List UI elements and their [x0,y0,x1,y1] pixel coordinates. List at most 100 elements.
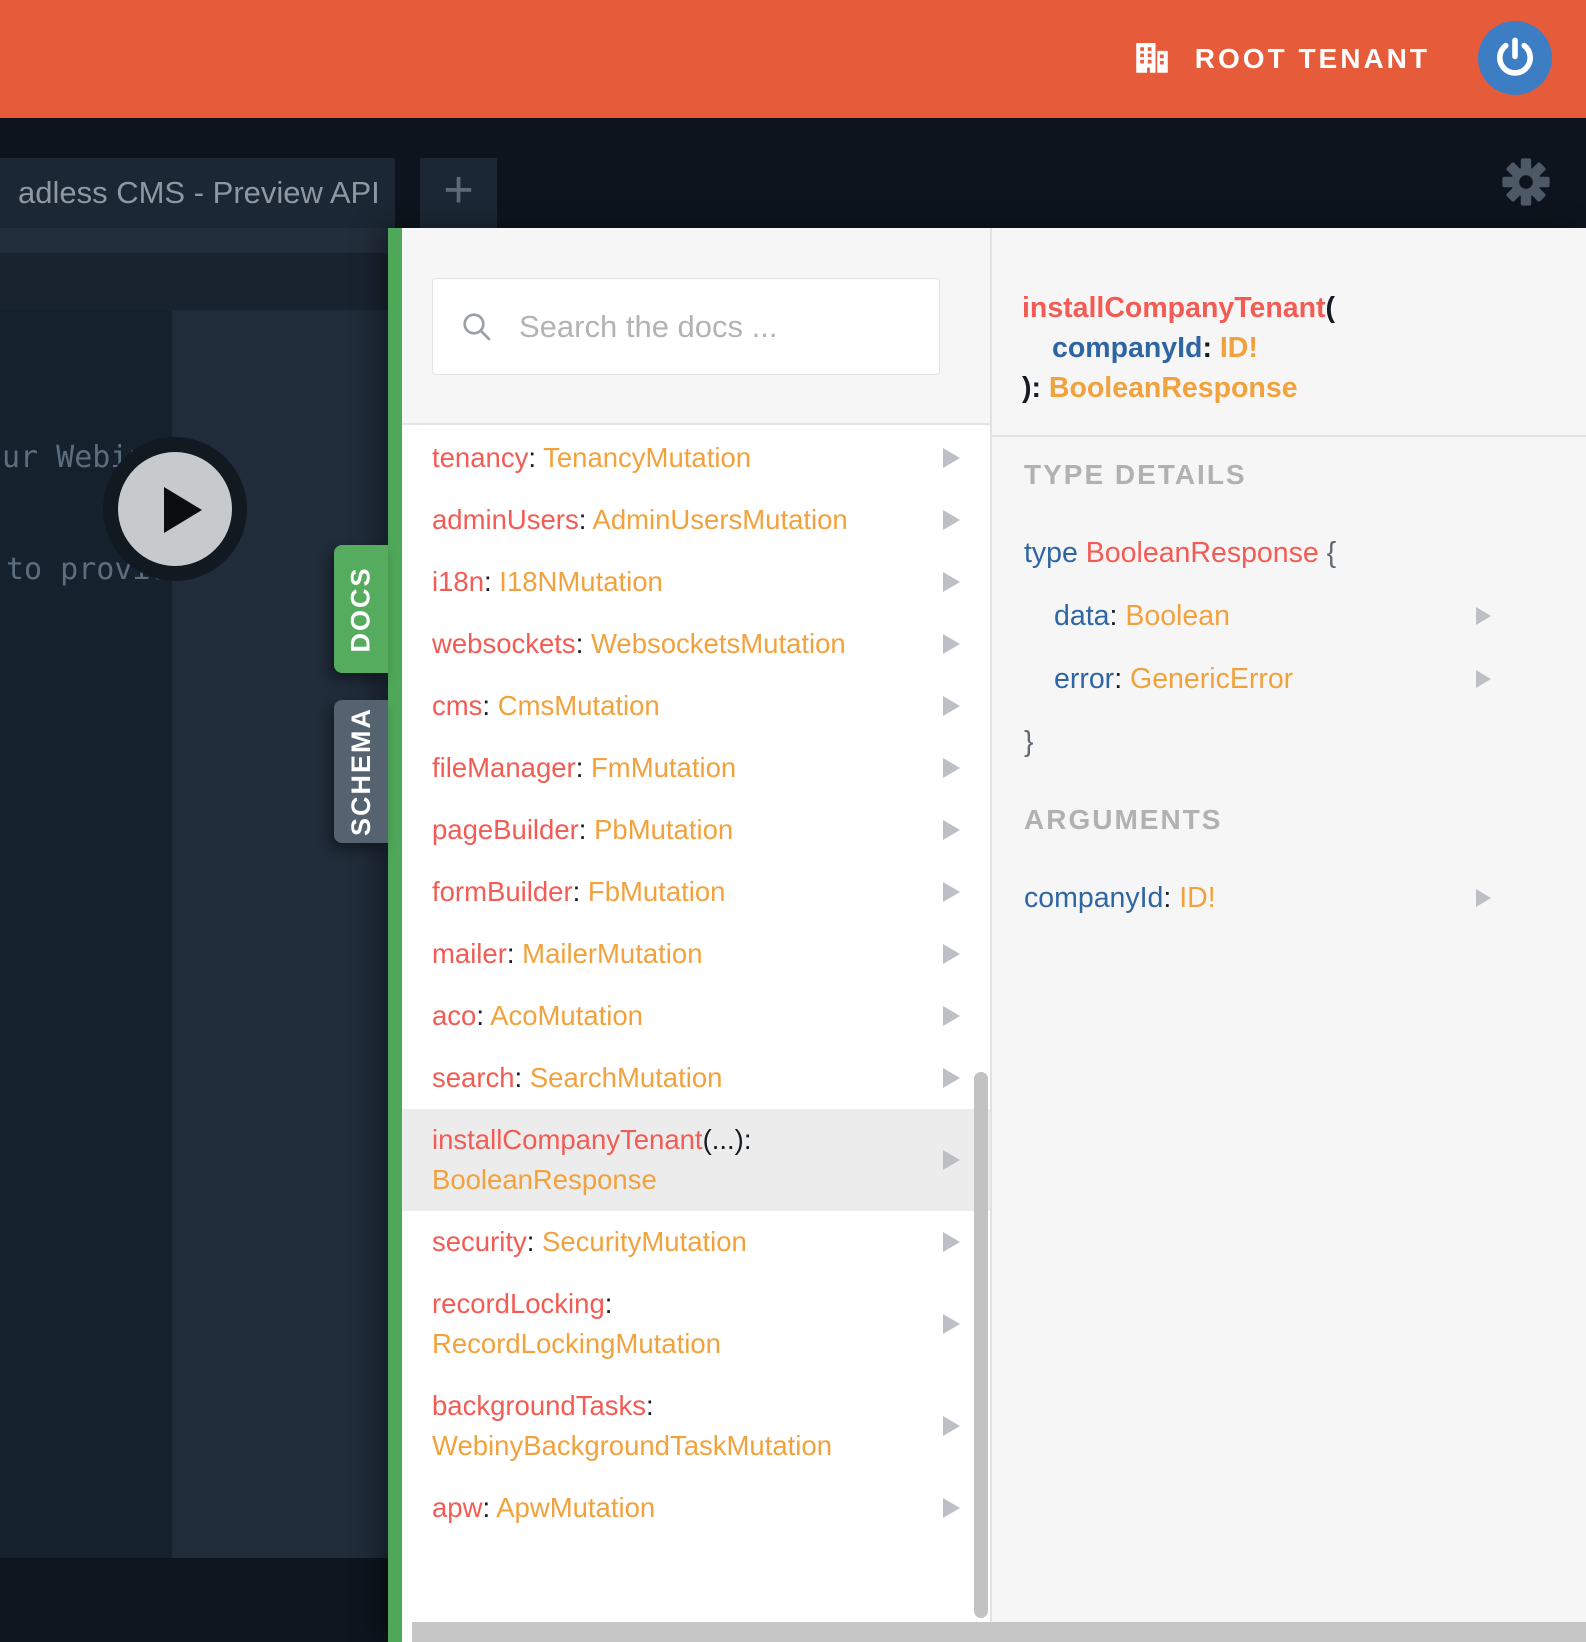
chevron-right-icon [1476,670,1491,688]
field-name: search [432,1062,515,1093]
docs-list-scrollbar[interactable] [974,1072,988,1618]
field-row[interactable]: aco: AcoMutation [402,985,990,1047]
docs-panel: DOCS SCHEMA tenancy: TenancyMutation adm… [334,228,1586,1642]
chevron-right-icon [943,510,960,530]
field-colon: : [575,628,591,659]
field-name: recordLocking [432,1288,605,1319]
field-row[interactable]: recordLocking: RecordLockingMutation [402,1273,990,1375]
field-type: ApwMutation [496,1492,656,1523]
editor-mid-band [0,253,388,310]
field-type: I18NMutation [499,566,663,597]
tab-docs[interactable]: DOCS [334,545,388,673]
chevron-right-icon [943,1314,960,1334]
signature-arg-type: ID! [1219,332,1258,364]
new-tab-button[interactable]: + [420,158,497,228]
tab-title: adless CMS - Preview API [18,175,380,210]
type-field-row-error[interactable]: error: GenericError [992,659,1586,699]
user-avatar[interactable] [1478,21,1552,95]
type-details-header: TYPE DETAILS [1024,459,1247,490]
field-args: (...) [702,1124,744,1155]
field-name: tenancy [432,442,529,473]
field-type: BooleanResponse [432,1164,657,1195]
field-row[interactable]: websockets: WebsocketsMutation [402,613,990,675]
field-colon: : [528,442,544,473]
field-type: FbMutation [587,876,726,907]
field-colon: : [514,1062,530,1093]
field-type: WebsocketsMutation [590,628,846,659]
settings-button[interactable] [1502,158,1550,206]
field-colon: : [476,1000,491,1031]
field-row[interactable]: i18n: I18NMutation [402,551,990,613]
gear-icon [1502,158,1550,206]
field-name: mailer [432,938,507,969]
field-row[interactable]: security: SecurityMutation [402,1211,990,1273]
chevron-right-icon [943,758,960,778]
chevron-right-icon [943,820,960,840]
tenant-switcher[interactable]: ROOT TENANT [1131,0,1430,118]
editor-top-band [0,228,388,253]
field-name: fileManager [432,752,576,783]
field-row[interactable]: adminUsers: AdminUsersMutation [402,489,990,551]
chevron-right-icon [943,1006,960,1026]
field-detail-column: installCompanyTenant( companyId: ID! ): … [990,228,1586,1642]
field-name: backgroundTasks [432,1390,647,1421]
field-type: AcoMutation [490,1000,643,1031]
field-colon: : [484,566,500,597]
field-type: SecurityMutation [542,1226,747,1257]
field-row[interactable]: apw: ApwMutation [402,1477,990,1539]
tab-schema[interactable]: SCHEMA [334,700,388,843]
chevron-right-icon [943,448,960,468]
docs-search-input[interactable] [519,308,918,345]
field-name: formBuilder [432,876,573,907]
field-name: installCompanyTenant [432,1124,703,1155]
field-signature: installCompanyTenant( companyId: ID! ): … [992,228,1586,437]
field-row[interactable]: backgroundTasks: WebinyBackgroundTaskMut… [402,1375,990,1477]
chevron-right-icon [943,634,960,654]
chevron-right-icon [943,944,960,964]
argument-row-companyid[interactable]: companyId: ID! [992,878,1586,918]
docs-list-column: tenancy: TenancyMutation adminUsers: Adm… [402,228,990,1642]
query-editor[interactable]: ur Webiny to provide [0,310,388,1558]
chevron-right-icon [943,1068,960,1088]
schema-tab-label: SCHEMA [345,706,376,837]
play-circle [118,452,232,566]
field-colon: : [526,1226,543,1257]
field-row[interactable]: fileManager: FmMutation [402,737,990,799]
field-row[interactable]: installCompanyTenant(...): BooleanRespon… [402,1109,990,1211]
docs-search-header [402,228,990,425]
building-icon [1131,36,1173,83]
chevron-right-icon [943,882,960,902]
field-type: CmsMutation [497,690,660,721]
field-type: WebinyBackgroundTaskMutation [432,1430,832,1461]
tenant-label: ROOT TENANT [1194,43,1430,74]
field-colon: : [506,938,523,969]
field-row[interactable]: search: SearchMutation [402,1047,990,1109]
field-row[interactable]: pageBuilder: PbMutation [402,799,990,861]
chevron-right-icon [943,1150,960,1170]
play-icon [164,487,202,533]
field-colon: : [578,814,595,845]
field-type: SearchMutation [529,1062,723,1093]
search-icon [463,312,491,340]
field-row[interactable]: cms: CmsMutation [402,675,990,737]
signature-return-type: BooleanResponse [1048,372,1298,404]
field-type: PbMutation [594,814,734,845]
chevron-right-icon [943,1232,960,1252]
chevron-right-icon [943,1416,960,1436]
field-row[interactable]: tenancy: TenancyMutation [402,427,990,489]
power-icon [1497,37,1533,76]
field-name: i18n [432,566,484,597]
docs-horizontal-scrollbar[interactable] [412,1622,1586,1642]
tab-headless-cms-preview-api[interactable]: adless CMS - Preview API [0,158,395,228]
field-row[interactable]: formBuilder: FbMutation [402,861,990,923]
type-field-row-data[interactable]: data: Boolean [992,596,1586,636]
docs-search-box [432,278,940,375]
execute-query-button[interactable] [103,437,247,581]
type-close-brace: } [1024,726,1034,758]
field-colon: : [482,1492,497,1523]
field-row[interactable]: mailer: MailerMutation [402,923,990,985]
chevron-right-icon [1476,607,1491,625]
field-colon: : [482,690,498,721]
field-type: RecordLockingMutation [432,1328,721,1359]
field-name: adminUsers [432,504,579,535]
